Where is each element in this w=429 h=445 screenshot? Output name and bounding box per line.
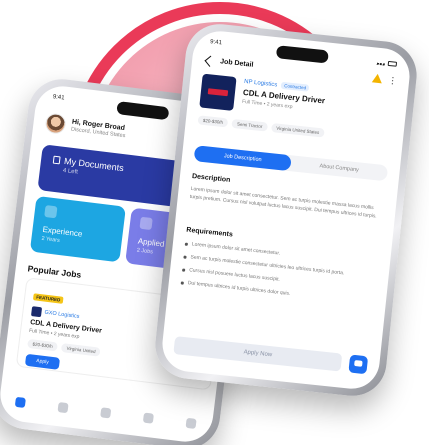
- apply-button[interactable]: Apply: [24, 353, 61, 370]
- signal-icon: [376, 59, 386, 66]
- location-chip: Virginia United: [61, 343, 102, 357]
- company-logo: [30, 306, 43, 318]
- more-icon[interactable]: ⋮: [388, 74, 398, 85]
- status-time: 9:41: [52, 94, 65, 102]
- apply-now-button[interactable]: Apply Now: [173, 336, 343, 372]
- people-icon[interactable]: [57, 402, 69, 414]
- home-icon[interactable]: [14, 396, 26, 408]
- company-name: GXO Logistics: [44, 309, 80, 320]
- experience-card[interactable]: Experience 2 Years: [29, 195, 126, 263]
- warning-icon[interactable]: [371, 73, 383, 84]
- status-time: 9:41: [209, 39, 223, 47]
- chat-icon[interactable]: [142, 412, 154, 424]
- description-text: Lorem ipsum dolor sit amet consectetur. …: [189, 185, 377, 220]
- tab-about-company[interactable]: About Company: [290, 155, 388, 181]
- document-icon: [52, 155, 61, 165]
- contracted-badge: Contracted: [280, 81, 310, 92]
- battery-icon: [387, 60, 398, 67]
- stage: 9:41 Hi, Roger Broad Discord, United Sta…: [0, 0, 429, 445]
- right-screen: 9:41 Job Detail ⋮ NP Logistics Contracted…: [159, 28, 413, 392]
- clipboard-icon: [139, 216, 153, 231]
- requirements-list: Lorem ipsum dolor sit amet consectetur. …: [180, 240, 378, 312]
- page-title: Job Detail: [219, 58, 254, 69]
- featured-badge: FEATURED: [32, 293, 64, 304]
- gear-icon[interactable]: [185, 417, 197, 429]
- location-chip: Virginia United States: [270, 123, 325, 138]
- avatar[interactable]: [44, 112, 67, 135]
- briefcase-icon: [44, 205, 58, 219]
- company-name: NP Logistics: [243, 78, 278, 88]
- salary-chip: $20-$30/h: [27, 338, 59, 352]
- tab-job-description[interactable]: Job Description: [193, 145, 292, 172]
- vehicle-chip: Semi Tractor: [231, 118, 268, 132]
- chat-icon[interactable]: [348, 354, 369, 375]
- back-arrow-icon[interactable]: [204, 55, 216, 67]
- bell-icon[interactable]: [100, 407, 112, 419]
- bottom-nav: [14, 396, 197, 429]
- right-phone: 9:41 Job Detail ⋮ NP Logistics Contracted…: [152, 20, 420, 400]
- company-logo: [199, 73, 237, 111]
- description-heading: Description: [191, 173, 231, 184]
- salary-chip: $20-$30/h: [197, 115, 229, 128]
- action-bar: Apply Now: [173, 336, 369, 375]
- requirements-heading: Requirements: [185, 226, 234, 239]
